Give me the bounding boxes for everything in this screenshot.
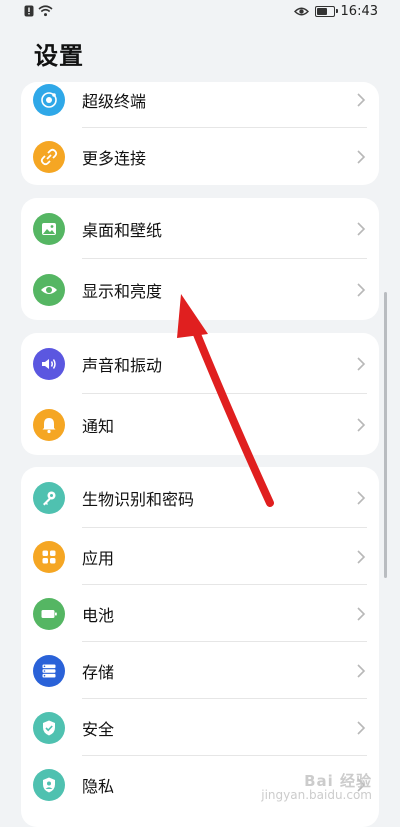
chevron-right-icon [357, 356, 366, 371]
chevron-right-icon [357, 720, 366, 735]
settings-item-wallpaper[interactable]: 桌面和壁纸 [21, 198, 379, 259]
apps-icon [33, 540, 65, 573]
settings-group-display: 桌面和壁纸 显示和亮度 [21, 198, 379, 320]
settings-item-more-connections[interactable]: 更多连接 [21, 128, 379, 185]
battery-indicator [314, 6, 338, 17]
watermark-url: jingyan.baidu.com [261, 788, 372, 802]
storage-icon [33, 654, 65, 687]
settings-item-label: 安全 [82, 719, 115, 739]
bell-icon [33, 408, 65, 441]
chevron-right-icon [357, 606, 366, 621]
speaker-icon [33, 347, 65, 380]
shield-icon [33, 711, 65, 744]
chevron-right-icon [357, 149, 366, 164]
settings-item-security[interactable]: 安全 [21, 699, 379, 756]
page-title: 设置 [34, 42, 84, 70]
settings-item-label: 显示和亮度 [82, 281, 163, 301]
link-icon [33, 140, 65, 173]
settings-group-connect: 超级终端 更多连接 [21, 82, 379, 185]
settings-item-label: 隐私 [82, 776, 115, 796]
settings-item-sound-vibration[interactable]: 声音和振动 [21, 333, 379, 394]
settings-item-label: 存储 [82, 662, 115, 682]
settings-item-notifications[interactable]: 通知 [21, 394, 379, 455]
settings-group-sound: 声音和振动 通知 [21, 333, 379, 455]
watermark-logo: Bai 经验 [304, 772, 372, 790]
privacy-icon [33, 768, 65, 801]
scrollbar[interactable] [384, 292, 387, 578]
settings-item-label: 生物识别和密码 [82, 489, 195, 509]
settings-item-label: 应用 [82, 548, 115, 568]
chevron-right-icon [357, 417, 366, 432]
status-time: 16:43 [340, 4, 378, 19]
settings-item-storage[interactable]: 存储 [21, 642, 379, 699]
chevron-right-icon [357, 221, 366, 236]
eye-comfort-icon [293, 7, 309, 16]
chevron-right-icon [357, 282, 366, 297]
status-bar: 16:43 [0, 0, 400, 26]
watermark: Bai 经验 jingyan.baidu.com [261, 772, 372, 803]
status-right: 16:43 [293, 4, 378, 19]
key-icon [33, 481, 65, 514]
settings-item-label: 电池 [82, 605, 115, 625]
chevron-right-icon [357, 490, 366, 505]
wifi-icon [38, 5, 53, 17]
settings-item-label: 更多连接 [82, 148, 147, 168]
eye-icon [33, 273, 65, 306]
settings-item-biometrics-password[interactable]: 生物识别和密码 [21, 467, 379, 528]
settings-item-super-device[interactable]: 超级终端 [21, 82, 379, 128]
wallpaper-icon [33, 212, 65, 245]
battery-icon [33, 597, 65, 630]
chevron-right-icon [357, 549, 366, 564]
super-device-icon [33, 83, 65, 116]
notification-alert-icon [24, 5, 34, 17]
settings-item-label: 声音和振动 [82, 355, 163, 375]
settings-item-battery[interactable]: 电池 [21, 585, 379, 642]
status-left [24, 5, 53, 17]
settings-item-label: 超级终端 [82, 91, 147, 111]
chevron-right-icon [357, 663, 366, 678]
settings-item-display-brightness[interactable]: 显示和亮度 [21, 259, 379, 320]
chevron-right-icon [357, 92, 366, 107]
settings-item-label: 通知 [82, 416, 115, 436]
settings-item-label: 桌面和壁纸 [82, 220, 163, 240]
settings-item-apps[interactable]: 应用 [21, 528, 379, 585]
